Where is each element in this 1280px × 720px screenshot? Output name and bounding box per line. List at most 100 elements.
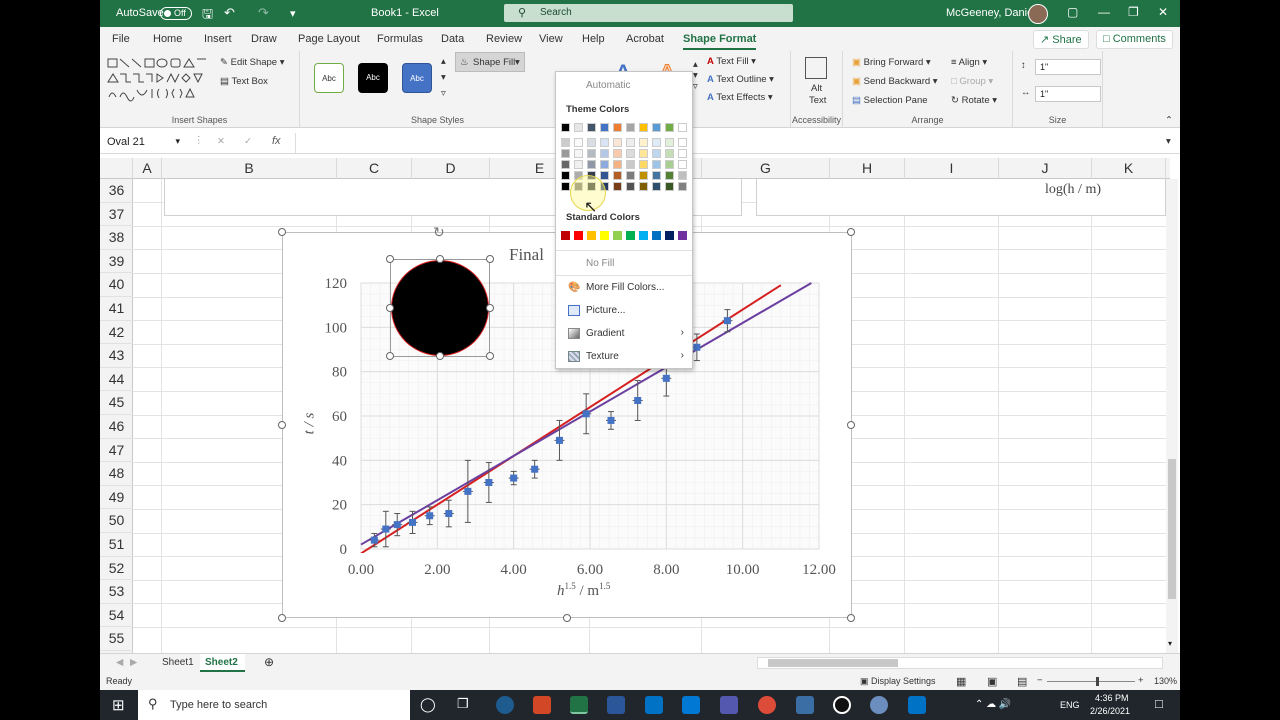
col-header-d[interactable]: D [412,158,490,179]
zoom-out-icon[interactable]: − [1037,675,1043,686]
align-button[interactable]: ≡ Align ▾ [951,57,987,68]
style-preset-2[interactable]: Abc [358,63,388,93]
teams-icon[interactable] [720,696,738,714]
theme-color-swatch[interactable] [561,160,570,169]
theme-color-swatch[interactable] [561,123,570,132]
standard-color-swatch[interactable] [665,231,674,240]
vertical-scrollbar[interactable]: ▾ [1166,179,1178,653]
powerpoint-icon[interactable] [533,696,551,714]
row-header[interactable]: 49 [100,486,133,510]
horizontal-scroll-thumb[interactable] [768,659,898,667]
theme-color-swatch[interactable] [561,138,570,147]
theme-color-swatch[interactable] [665,138,674,147]
comments-button[interactable]: □ Comments [1096,30,1173,49]
theme-color-swatch[interactable] [678,123,687,132]
app-icon-1[interactable] [496,696,514,714]
row-header[interactable]: 50 [100,509,133,533]
oval-resize-handle[interactable] [436,352,444,360]
restore-icon[interactable]: ❐ [1128,5,1139,19]
standard-color-swatch[interactable] [587,231,596,240]
style-gallery-scroll[interactable]: ▴ ▾ ▿ [441,56,451,108]
x-axis-title[interactable]: h1.5 / m1.5 [557,581,610,600]
row-header[interactable]: 46 [100,415,133,439]
minimize-icon[interactable]: — [1098,5,1110,19]
zoom-slider-thumb[interactable] [1096,677,1099,686]
theme-color-swatch[interactable] [652,171,661,180]
collapse-ribbon-icon[interactable]: ⌃ [1165,115,1173,126]
rotate-handle-icon[interactable]: ↻ [433,224,445,241]
app-icon-3[interactable] [796,696,814,714]
sheet-tab-sheet1[interactable]: Sheet1 [162,657,194,668]
row-header[interactable]: 53 [100,580,133,604]
close-icon[interactable]: ✕ [1158,5,1168,19]
excel-icon[interactable] [570,696,588,714]
select-all-corner[interactable] [100,158,133,179]
theme-color-swatch[interactable] [626,123,635,132]
theme-color-swatch[interactable] [652,182,661,191]
row-header[interactable]: 38 [100,226,133,250]
cortana-icon[interactable]: ◯ [420,696,436,713]
row-header[interactable]: 48 [100,462,133,486]
chart-resize-handle[interactable] [278,614,286,622]
theme-color-swatch[interactable] [587,160,596,169]
normal-view-icon[interactable]: ▦ [956,675,966,688]
bring-forward-button[interactable]: ▣ Bring Forward ▾ [852,57,931,68]
tab-formulas[interactable]: Formulas [377,33,423,45]
oval-resize-handle[interactable] [486,352,494,360]
ribbon-display-icon[interactable]: ▢ [1067,5,1078,19]
row-header[interactable]: 39 [100,250,133,274]
row-header[interactable]: 45 [100,391,133,415]
theme-color-swatch[interactable] [561,182,570,191]
theme-color-swatch[interactable] [652,149,661,158]
chart-resize-handle[interactable] [847,421,855,429]
theme-color-swatch[interactable] [639,123,648,132]
theme-color-swatch[interactable] [626,149,635,158]
zoom-in-icon[interactable]: + [1138,675,1144,686]
theme-color-swatch[interactable] [600,123,609,132]
row-header[interactable]: 41 [100,297,133,321]
tab-page-layout[interactable]: Page Layout [298,33,360,45]
row-header[interactable]: 42 [100,321,133,345]
col-header-i[interactable]: I [905,158,999,179]
user-avatar[interactable] [1028,4,1048,24]
standard-color-swatch[interactable] [652,231,661,240]
tray-icons[interactable]: ⌃ ☁ 🔊 [975,699,1011,710]
zoom-level[interactable]: 130% [1154,676,1177,686]
scroll-up-icon[interactable]: ▴ [441,56,446,67]
theme-color-swatch[interactable] [678,160,687,169]
log-chart-bottom[interactable]: log(h / m) [756,179,1166,216]
rotate-button[interactable]: ↻ Rotate ▾ [951,95,997,106]
theme-color-swatch[interactable] [600,160,609,169]
theme-color-swatch[interactable] [626,182,635,191]
standard-color-swatch[interactable] [626,231,635,240]
theme-color-swatch[interactable] [639,182,648,191]
tab-acrobat[interactable]: Acrobat [626,33,664,45]
menu-item-gradient[interactable]: Gradient › [556,324,692,344]
alt-text-icon[interactable] [805,57,827,79]
tab-help[interactable]: Help [582,33,605,45]
theme-color-swatch[interactable] [665,160,674,169]
row-header[interactable]: 52 [100,557,133,581]
tab-file[interactable]: File [112,33,130,45]
tab-home[interactable]: Home [153,33,182,45]
theme-color-swatch[interactable] [626,160,635,169]
col-header-k[interactable]: K [1092,158,1166,179]
cancel-icon[interactable]: ✕ [217,136,225,147]
height-input[interactable]: 1" [1035,59,1101,75]
oval-resize-handle[interactable] [386,352,394,360]
standard-color-swatch[interactable] [561,231,570,240]
row-header[interactable]: 36 [100,179,133,203]
page-layout-view-icon[interactable]: ▣ [987,675,997,688]
oval-resize-handle[interactable] [436,255,444,263]
theme-color-swatch[interactable] [639,171,648,180]
undo-icon[interactable]: ↶ [224,5,235,21]
style-preset-3[interactable]: Abc [402,63,432,93]
tab-insert[interactable]: Insert [204,33,232,45]
clock-time[interactable]: 4:36 PM [1095,693,1129,703]
app-icon-4[interactable] [833,696,851,714]
standard-color-swatch[interactable] [639,231,648,240]
theme-color-swatch[interactable] [600,171,609,180]
theme-color-swatch[interactable] [652,138,661,147]
theme-color-swatch[interactable] [652,160,661,169]
theme-color-swatch[interactable] [574,160,583,169]
